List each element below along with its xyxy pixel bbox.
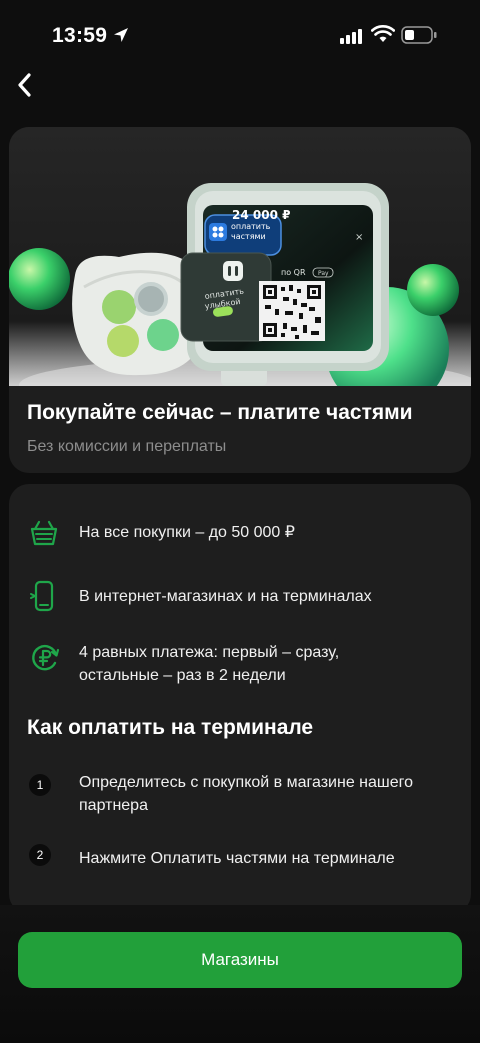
- feature-limit-text: На все покупки – до 50 000 ₽: [79, 524, 295, 541]
- location-arrow-icon: [114, 28, 128, 42]
- terminal-amount: 24 000 ₽: [232, 208, 290, 222]
- promo-card[interactable]: оплатить частями 24 000 ₽ × оплатить улы…: [9, 127, 471, 473]
- wifi-icon: [371, 25, 395, 42]
- terminal-qr-label: по QR: [281, 268, 306, 277]
- phone-icon: [30, 580, 54, 612]
- features-card: На все покупки – до 50 000 ₽ В интернет-…: [9, 484, 471, 914]
- step-number-1: 1: [29, 774, 51, 796]
- status-time: 13:59: [52, 24, 108, 47]
- step-1-line1: Определитесь с покупкой в магазине нашег…: [79, 774, 414, 791]
- step-number-2: 2: [29, 844, 51, 866]
- qr-code-icon: [259, 281, 325, 341]
- step-2-text: Нажмите Оплатить частями на терминале: [79, 850, 395, 867]
- feature-payments-line2: остальные – раз в 2 недели: [79, 667, 286, 684]
- step-1-line2: партнера: [79, 797, 148, 814]
- basket-icon: [30, 520, 58, 546]
- shops-button[interactable]: Магазины: [18, 932, 462, 988]
- step-1-text: Определитесь с покупкой в магазине нашег…: [79, 771, 459, 817]
- promo-subtitle: Без комиссии и переплаты: [27, 438, 227, 455]
- battery-icon: [401, 26, 437, 44]
- terminal-pay-parts-line1: оплатить: [231, 222, 271, 231]
- terminal-pay-badge: Pay: [318, 270, 329, 277]
- status-bar: 13:59: [0, 0, 480, 70]
- feature-channels-text: В интернет-магазинах и на терминалах: [79, 588, 372, 605]
- how-to-title: Как оплатить на терминале: [27, 716, 314, 739]
- feature-payments-text: 4 равных платежа: первый – сразу, осталь…: [79, 641, 449, 687]
- promo-title: Покупайте сейчас – платите частями: [27, 401, 413, 424]
- promo-banner-image: оплатить частями 24 000 ₽ × оплатить улы…: [9, 127, 471, 386]
- svg-text:×: ×: [355, 232, 363, 243]
- back-button[interactable]: [10, 70, 40, 100]
- feature-payments-line1: 4 равных платежа: первый – сразу,: [79, 644, 340, 661]
- terminal-pay-parts-line2: частями: [231, 232, 266, 241]
- cellular-signal-icon: [340, 29, 362, 44]
- ruble-cycle-icon: [32, 645, 60, 671]
- chevron-left-icon: [18, 73, 31, 97]
